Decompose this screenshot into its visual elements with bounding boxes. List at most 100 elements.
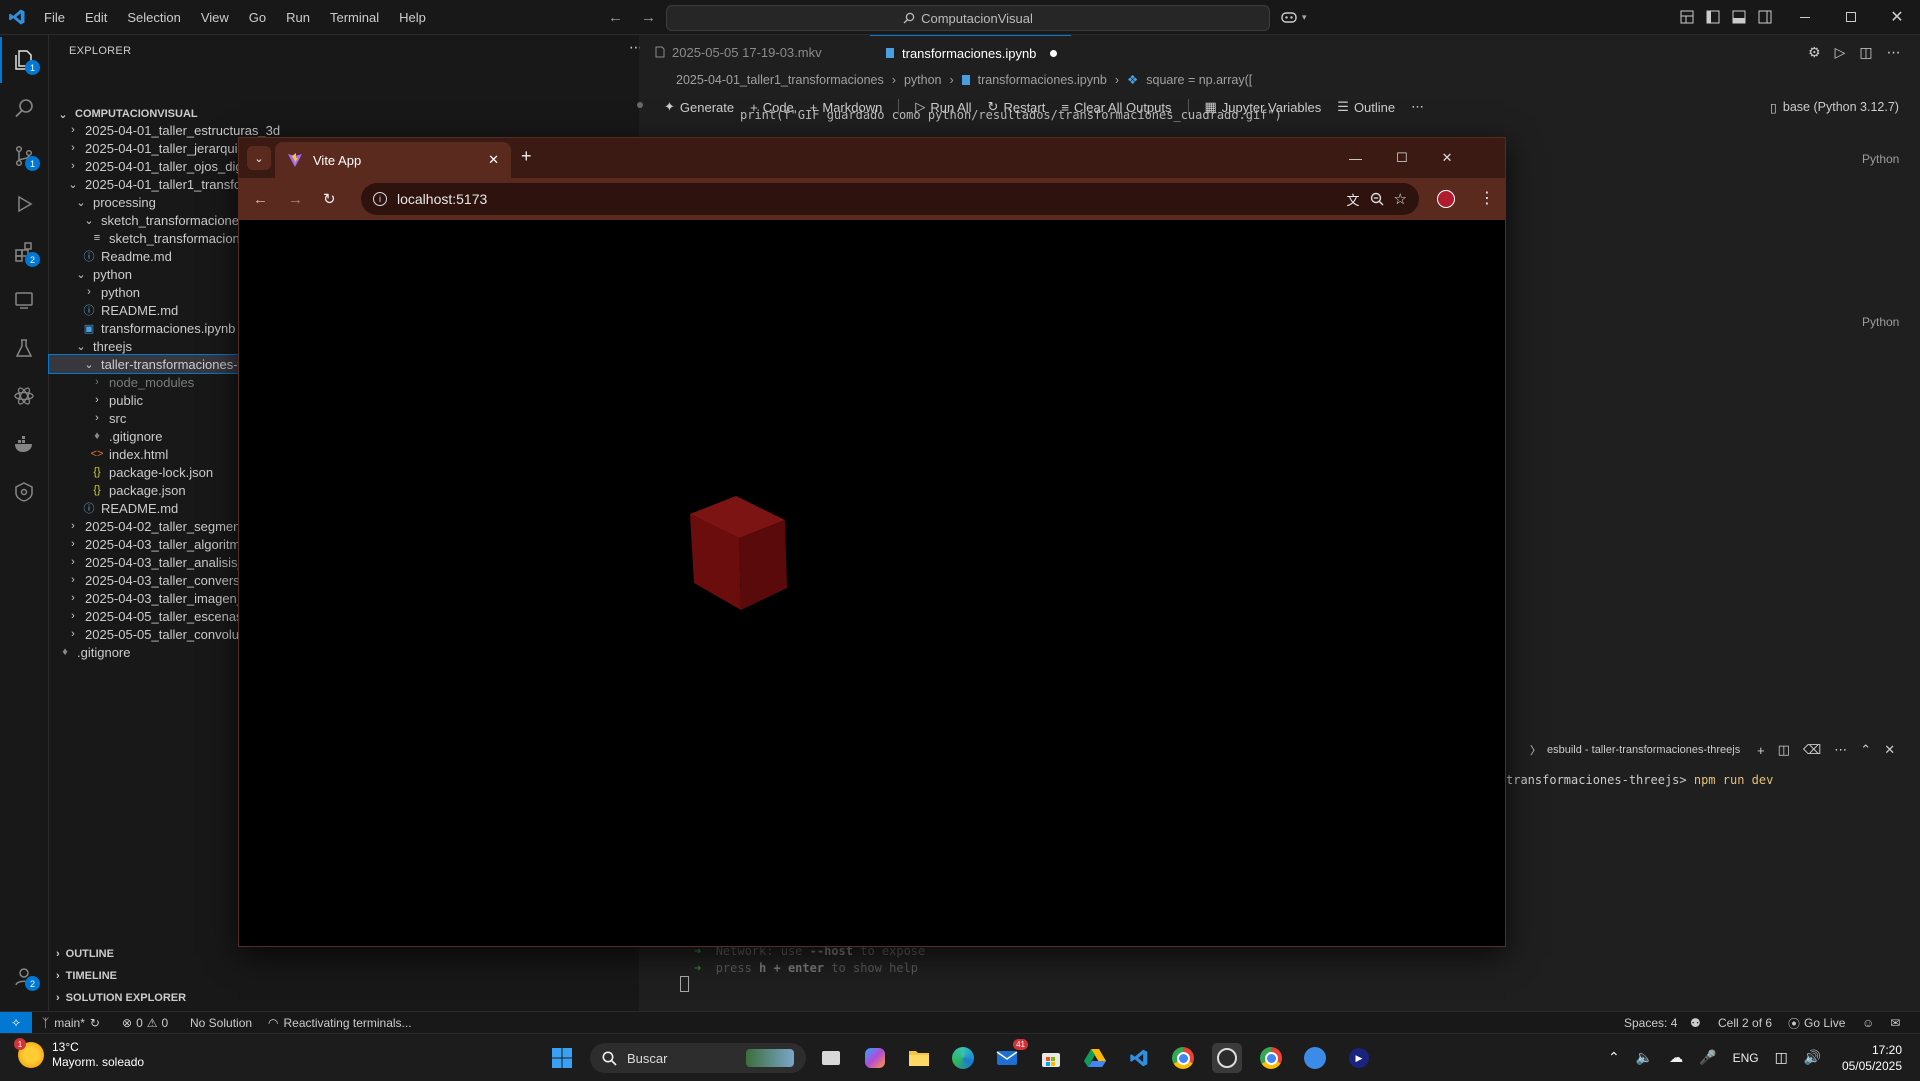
solution-explorer-section[interactable]: › SOLUTION EXPLORER <box>56 992 186 1004</box>
zoom-out-icon[interactable] <box>1370 192 1384 206</box>
testing-icon[interactable] <box>0 325 48 371</box>
split-terminal-icon[interactable]: ◫ <box>1778 742 1790 758</box>
bookmark-star-icon[interactable]: ☆ <box>1394 190 1407 208</box>
run-debug-icon[interactable] <box>0 181 48 227</box>
file-explorer-icon[interactable] <box>904 1043 934 1073</box>
more-actions-icon[interactable]: ⋯ <box>1887 44 1901 61</box>
close-button[interactable]: ✕ <box>1442 150 1453 166</box>
unsaved-dot-icon[interactable] <box>1050 49 1058 57</box>
cell-language-label[interactable]: Python <box>1862 315 1899 329</box>
back-arrow-icon[interactable]: ← <box>608 9 623 26</box>
profile-avatar[interactable] <box>1437 190 1455 208</box>
browser-menu-icon[interactable]: ⋮ <box>1479 188 1495 208</box>
clock[interactable]: 17:20 05/05/2025 <box>1838 1042 1902 1074</box>
minimize-button[interactable]: — <box>1349 151 1362 166</box>
site-info-icon[interactable]: i <box>373 192 387 206</box>
maximize-panel-icon[interactable]: ⌃ <box>1860 742 1871 758</box>
mail-app-icon[interactable]: 41 <box>992 1039 1028 1073</box>
forward-arrow-icon[interactable]: → <box>288 191 303 208</box>
extensions-icon[interactable]: 2 <box>0 229 48 275</box>
vite-app-canvas[interactable] <box>239 220 1505 946</box>
breadcrumb-symbol[interactable]: square = np.array([ <box>1146 73 1252 87</box>
explorer-icon[interactable]: 1 <box>0 37 48 83</box>
app-media-icon[interactable]: ▶ <box>1344 1043 1374 1073</box>
outline-section[interactable]: › OUTLINE <box>56 948 114 960</box>
terminal-tab[interactable]: 〉 esbuild - taller-transformaciones-three… <box>1530 740 1740 760</box>
language-indicator[interactable]: ENG <box>1733 1051 1759 1065</box>
microphone-icon[interactable]: 🎤 <box>1699 1049 1716 1066</box>
tab-notebook[interactable]: transformaciones.ipynb <box>870 35 1072 70</box>
indentation-indicator[interactable]: Spaces: 4 <box>1624 1012 1677 1034</box>
display-icon[interactable]: ◫ <box>1775 1049 1788 1066</box>
branch-indicator[interactable]: ᛉ main* ↻ <box>42 1012 100 1034</box>
task-view-icon[interactable] <box>816 1043 846 1073</box>
breadcrumb-folder[interactable]: 2025-04-01_taller1_transformaciones <box>676 73 884 87</box>
new-terminal-icon[interactable]: + <box>1757 743 1765 758</box>
settings-gear-icon[interactable]: ⚙ <box>1808 44 1821 61</box>
notifications-bell-icon[interactable]: ✉ <box>1890 1016 1900 1030</box>
command-center-search[interactable]: ComputacionVisual <box>666 5 1270 31</box>
edge-browser-icon[interactable] <box>948 1043 978 1073</box>
menu-selection[interactable]: Selection <box>125 10 182 25</box>
taskbar-search[interactable]: Buscar <box>590 1043 806 1073</box>
menu-go[interactable]: Go <box>247 10 268 25</box>
vscode-app-icon[interactable] <box>1124 1043 1154 1073</box>
outline-button[interactable]: ☰ Outline <box>1337 99 1395 115</box>
copilot-app-icon[interactable] <box>860 1043 890 1073</box>
copilot-status-icon[interactable]: ⚉ <box>1690 1012 1701 1034</box>
obs-studio-icon[interactable] <box>1212 1043 1242 1073</box>
microsoft-store-icon[interactable] <box>1036 1043 1066 1073</box>
more-actions-icon[interactable]: ⋯ <box>1834 742 1847 758</box>
source-control-icon[interactable]: 1 <box>0 133 48 179</box>
run-icon[interactable]: ▷ <box>1835 44 1846 61</box>
accounts-icon[interactable]: 2 <box>0 953 48 999</box>
problems-indicator[interactable]: ⊗ 0 ⚠ 0 <box>122 1012 168 1034</box>
more-actions-icon[interactable]: ⋯ <box>1411 99 1424 115</box>
weather-widget[interactable]: 1 13°C Mayorm. soleado <box>14 1038 144 1070</box>
menu-help[interactable]: Help <box>397 10 428 25</box>
kernel-picker[interactable]: ▯ base (Python 3.12.7) <box>1770 95 1899 119</box>
menu-terminal[interactable]: Terminal <box>328 10 381 25</box>
tab-search-icon[interactable]: ⌄ <box>247 146 271 170</box>
go-live-button[interactable]: ⦿ Go Live <box>1788 1012 1845 1034</box>
customize-layout-icon[interactable] <box>1680 10 1694 24</box>
menu-edit[interactable]: Edit <box>83 10 109 25</box>
volume-icon[interactable]: 🔊 <box>1804 1049 1821 1066</box>
docker-icon[interactable] <box>0 421 48 467</box>
reload-icon[interactable]: ↻ <box>323 190 336 208</box>
chrome-profile-icon[interactable] <box>1256 1043 1286 1073</box>
copilot-icon[interactable]: ▾ <box>1280 0 1307 34</box>
breadcrumb-file[interactable]: transformaciones.ipynb <box>978 73 1107 87</box>
show-hidden-icons-chevron-icon[interactable]: ⌃ <box>1608 1049 1620 1066</box>
app-blue-circle-icon[interactable] <box>1300 1043 1330 1073</box>
cell-indicator[interactable]: Cell 2 of 6 <box>1718 1012 1772 1034</box>
menu-file[interactable]: File <box>42 10 67 25</box>
translate-icon[interactable]: 文 <box>1347 190 1360 209</box>
network-disconnected-icon[interactable]: ☁ <box>1669 1049 1683 1066</box>
close-panel-icon[interactable]: ✕ <box>1884 742 1895 758</box>
browser-tab[interactable]: Vite App ✕ <box>275 142 511 178</box>
speaker-icon[interactable]: 🔈 <box>1636 1049 1653 1066</box>
chrome-app-icon[interactable] <box>1168 1043 1198 1073</box>
address-bar[interactable]: i localhost:5173 文 ☆ <box>361 183 1419 215</box>
forward-arrow-icon[interactable]: → <box>641 9 656 26</box>
restore-button[interactable] <box>1828 0 1874 34</box>
minimize-button[interactable] <box>1782 0 1828 34</box>
new-tab-button[interactable]: + <box>521 146 532 167</box>
menu-view[interactable]: View <box>199 10 231 25</box>
close-button[interactable]: ✕ <box>1874 0 1920 34</box>
remote-indicator-icon[interactable]: ✧ <box>0 1012 32 1034</box>
toggle-secondary-sidebar-icon[interactable] <box>1758 10 1772 24</box>
gitlens-icon[interactable] <box>0 469 48 515</box>
cell-language-label[interactable]: Python <box>1862 152 1899 166</box>
generate-button[interactable]: ✦ Generate <box>664 99 734 115</box>
toggle-sidebar-icon[interactable] <box>1706 10 1720 24</box>
remote-explorer-icon[interactable] <box>0 277 48 323</box>
search-icon[interactable] <box>0 85 48 131</box>
solution-indicator[interactable]: No Solution <box>190 1012 252 1034</box>
menu-run[interactable]: Run <box>284 10 312 25</box>
breadcrumb-subfolder[interactable]: python <box>904 73 942 87</box>
kill-terminal-icon[interactable]: ⌫ <box>1803 742 1821 758</box>
maximize-button[interactable]: ☐ <box>1396 150 1408 166</box>
split-editor-icon[interactable]: ◫ <box>1859 44 1872 61</box>
